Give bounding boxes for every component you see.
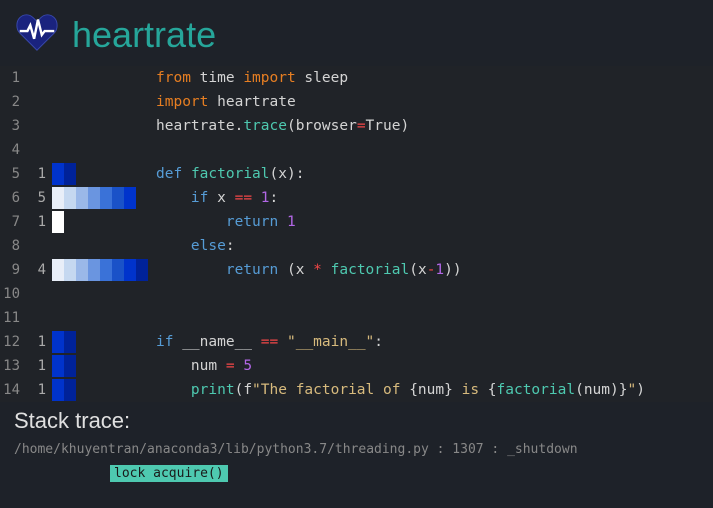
code-text: if __name__ == "__main__": bbox=[148, 330, 383, 354]
code-line: 3 heartrate.trace(browser=True) bbox=[0, 114, 713, 138]
heatmap-bar bbox=[52, 187, 136, 209]
hit-count: 1 bbox=[28, 210, 52, 234]
code-line: 1 from time import sleep bbox=[0, 66, 713, 90]
code-view: 1 from time import sleep 2 import heartrate… bbox=[0, 66, 713, 402]
heatmap-bar bbox=[52, 67, 148, 89]
code-line: 94 return (x * factorial(x-1)) bbox=[0, 258, 713, 282]
heatmap-bar bbox=[52, 211, 64, 233]
heatmap-bar bbox=[52, 331, 76, 353]
code-text: if x == 1: bbox=[148, 186, 278, 210]
code-line: 11 bbox=[0, 306, 713, 330]
hit-count: 1 bbox=[28, 378, 52, 402]
line-number: 11 bbox=[0, 306, 28, 330]
heatmap-bar bbox=[52, 283, 148, 305]
code-line: 65 if x == 1: bbox=[0, 186, 713, 210]
code-line: 51 def factorial(x): bbox=[0, 162, 713, 186]
code-line: 4 bbox=[0, 138, 713, 162]
code-text: return 1 bbox=[148, 210, 296, 234]
code-text: heartrate.trace(browser=True) bbox=[148, 114, 409, 138]
hit-count: 1 bbox=[28, 354, 52, 378]
app-title: heartrate bbox=[72, 14, 216, 56]
code-text: num = 5 bbox=[148, 354, 252, 378]
hit-count: 1 bbox=[28, 162, 52, 186]
code-text: return (x * factorial(x-1)) bbox=[148, 258, 462, 282]
line-number: 4 bbox=[0, 138, 28, 162]
line-number: 10 bbox=[0, 282, 28, 306]
code-text: from time import sleep bbox=[148, 66, 348, 90]
line-number: 3 bbox=[0, 114, 28, 138]
code-text: def factorial(x): bbox=[148, 162, 304, 186]
line-number: 1 bbox=[0, 66, 28, 90]
hit-count: 4 bbox=[28, 258, 52, 282]
heatmap-bar bbox=[52, 91, 148, 113]
heatmap-bar bbox=[52, 115, 148, 137]
heatmap-bar bbox=[52, 379, 76, 401]
heatmap-bar bbox=[52, 355, 76, 377]
line-number: 14 bbox=[0, 378, 28, 402]
line-number: 7 bbox=[0, 210, 28, 234]
code-line: 121 if __name__ == "__main__": bbox=[0, 330, 713, 354]
line-number: 9 bbox=[0, 258, 28, 282]
heatmap-bar bbox=[52, 139, 148, 161]
code-line: 71 return 1 bbox=[0, 210, 713, 234]
heatmap-bar bbox=[52, 307, 148, 329]
code-text: print(f"The factorial of {num} is {facto… bbox=[148, 378, 645, 402]
heatmap-bar bbox=[52, 259, 148, 281]
stack-frame: /home/khuyentran/anaconda3/lib/python3.7… bbox=[0, 438, 713, 461]
line-number: 2 bbox=[0, 90, 28, 114]
stack-highlight: lock acquire() bbox=[110, 465, 228, 482]
line-number: 8 bbox=[0, 234, 28, 258]
line-number: 12 bbox=[0, 330, 28, 354]
code-line: 2 import heartrate bbox=[0, 90, 713, 114]
stack-trace-header: Stack trace: bbox=[0, 402, 713, 438]
app-header: heartrate bbox=[0, 0, 713, 66]
line-number: 5 bbox=[0, 162, 28, 186]
stack-code-line: lock acquire() bbox=[0, 461, 713, 485]
line-number: 13 bbox=[0, 354, 28, 378]
heart-icon bbox=[14, 10, 60, 60]
code-line: 10 bbox=[0, 282, 713, 306]
line-number: 6 bbox=[0, 186, 28, 210]
code-text: import heartrate bbox=[148, 90, 296, 114]
heatmap-bar bbox=[52, 163, 76, 185]
code-line: 131 num = 5 bbox=[0, 354, 713, 378]
hit-count: 5 bbox=[28, 186, 52, 210]
code-line: 8 else: bbox=[0, 234, 713, 258]
code-line: 141 print(f"The factorial of {num} is {f… bbox=[0, 378, 713, 402]
code-text: else: bbox=[148, 234, 235, 258]
hit-count: 1 bbox=[28, 330, 52, 354]
heatmap-bar bbox=[52, 235, 148, 257]
